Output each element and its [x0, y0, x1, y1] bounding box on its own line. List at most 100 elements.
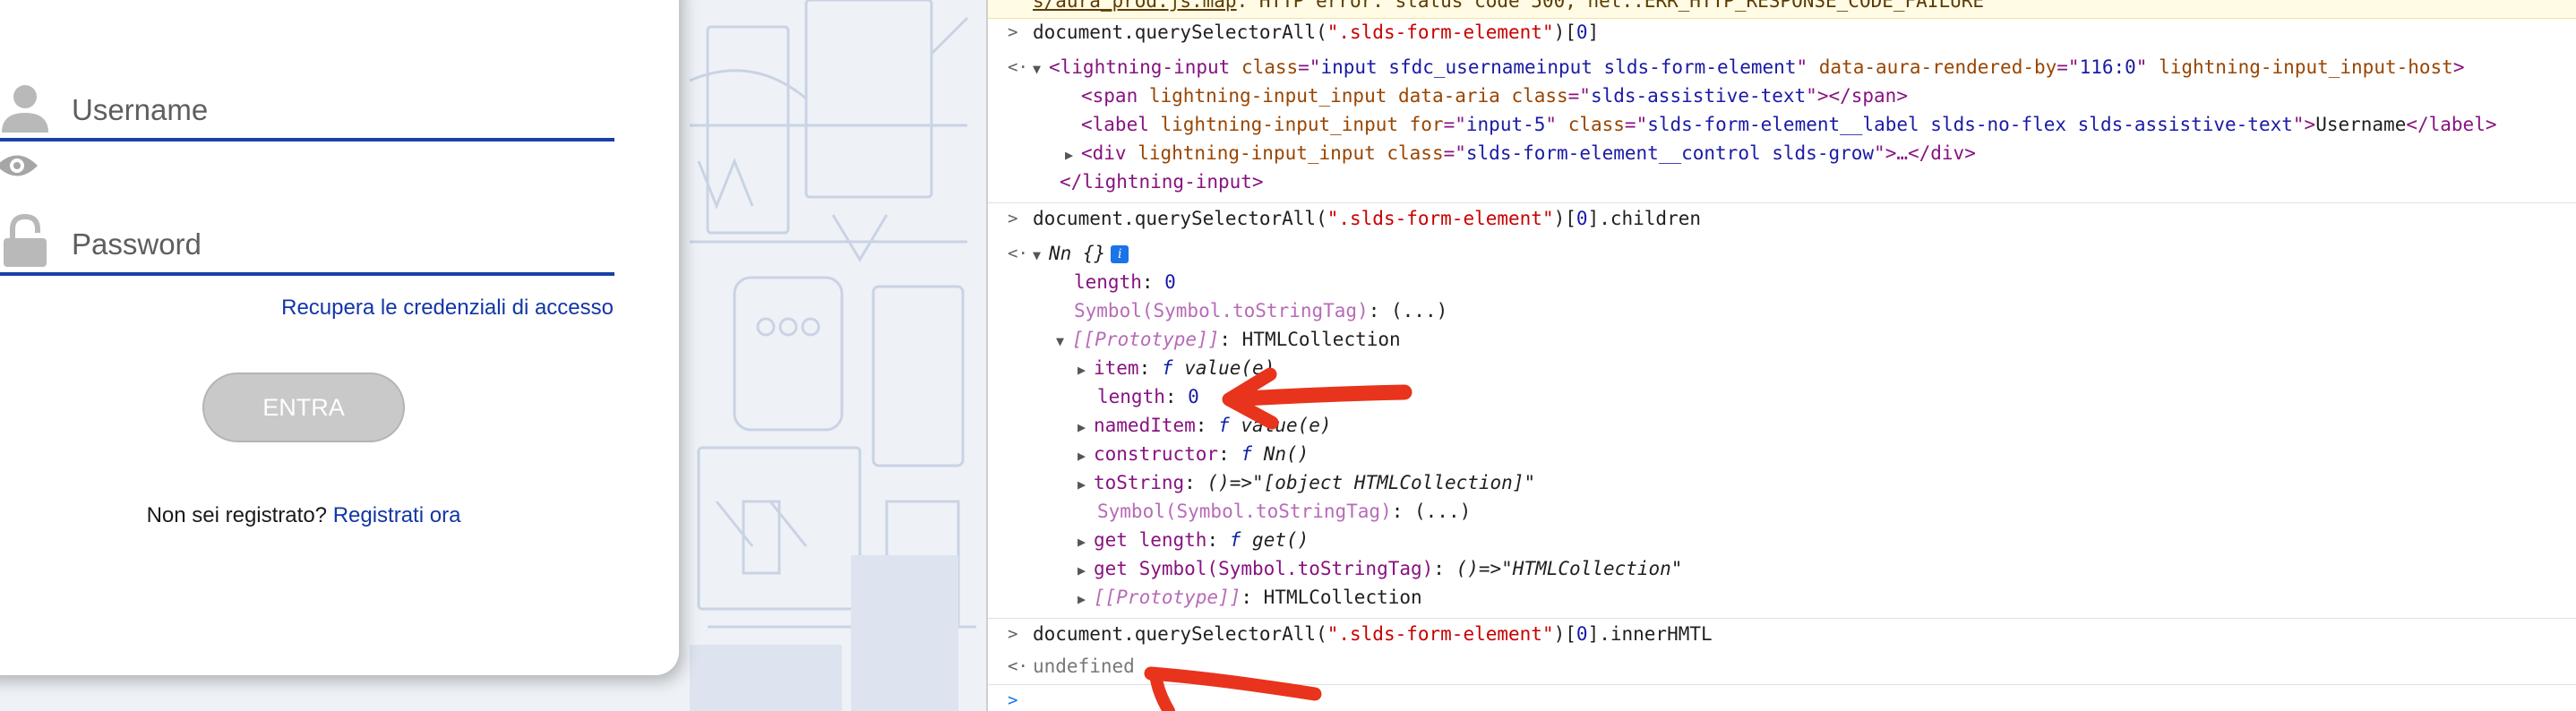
prop-key: toString	[1094, 472, 1185, 493]
cmd-text: document.querySelectorAll(	[1033, 623, 1327, 645]
login-card: Username Password Recupera le credenzial…	[0, 0, 679, 675]
prop-key: item	[1094, 357, 1139, 379]
function-marker: f	[1161, 357, 1173, 379]
prop-colon: :	[1433, 558, 1456, 579]
collapsed-triangle-icon[interactable]: ▶	[1078, 413, 1094, 441]
prop-key: namedItem	[1094, 415, 1196, 436]
collapsed-triangle-icon[interactable]: ▶	[1065, 141, 1081, 169]
collapsed-triangle-icon[interactable]: ▶	[1078, 356, 1094, 384]
proto-named-item[interactable]: ▶ namedItem: f value(e)	[1078, 411, 1332, 440]
prop-value: value(e)	[1241, 415, 1332, 436]
cmd-selector-string: ".slds-form-element"	[1327, 208, 1554, 229]
tag-close: </lightning-input>	[1060, 171, 1264, 193]
proto-get-length[interactable]: ▶ get length: f get()	[1078, 526, 1309, 554]
enter-button[interactable]: ENTRA	[202, 373, 405, 442]
attr-value: slds-form-element__control slds-grow	[1465, 142, 1875, 164]
output-nn-object[interactable]: ▼ Nn {} i	[1033, 239, 1129, 268]
prop-key: length	[1074, 271, 1142, 293]
proto-tostring[interactable]: ▶ toString: ()=>"[object HTMLCollection]"	[1078, 468, 1535, 497]
info-icon[interactable]: i	[1111, 245, 1129, 263]
cmd-text: )[	[1553, 623, 1576, 645]
screenshot-root: Username Password Recupera le credenzial…	[0, 0, 2576, 711]
output-span-element[interactable]: <span lightning-input_input data-aria cl…	[1081, 81, 1908, 110]
proto-get-symbol[interactable]: ▶ get Symbol(Symbol.toStringTag): ()=>"HT…	[1078, 554, 1682, 583]
prop-colon: :	[1141, 271, 1165, 293]
prop-key: Symbol(Symbol.toStringTag)	[1097, 501, 1392, 522]
console-command-1[interactable]: document.querySelectorAll(".slds-form-el…	[1033, 18, 1599, 47]
output-arrow-icon: <·	[1008, 656, 1028, 676]
attr-quote: "	[1874, 142, 1885, 164]
attr-quote: "	[2292, 114, 2305, 135]
attr-name: class	[1557, 114, 1625, 135]
expanded-triangle-icon[interactable]: ▼	[1033, 55, 1049, 83]
prop-colon: :	[1138, 357, 1162, 379]
collapsed-triangle-icon[interactable]: ▶	[1078, 556, 1094, 585]
prop-key: [[Prototype]]	[1072, 329, 1220, 350]
proto-item[interactable]: ▶ item: f value(e)	[1078, 354, 1275, 382]
output-label-element[interactable]: <label lightning-input_input for="input-…	[1081, 110, 2497, 139]
attr-name: class	[1230, 56, 1299, 78]
cmd-text: ].innerHMTL	[1587, 623, 1713, 645]
eye-icon[interactable]	[0, 150, 39, 181]
cmd-index: 0	[1576, 208, 1588, 229]
expanded-triangle-icon[interactable]: ▼	[1033, 241, 1049, 270]
prop-value: get()	[1252, 529, 1309, 551]
console-separator	[988, 618, 2576, 619]
tag-open: <div	[1081, 142, 1127, 164]
prop-value: 0	[1164, 271, 1176, 293]
output-lightning-input-close: </lightning-input>	[1060, 167, 1264, 196]
tag-open: <span	[1081, 85, 1138, 107]
password-field[interactable]: Password	[0, 150, 614, 276]
warning-source-link[interactable]: s/aura_prod.js.map	[1033, 0, 1237, 12]
collapsed-triangle-icon[interactable]: ▶	[1078, 527, 1094, 556]
register-link[interactable]: Registrati ora	[333, 503, 461, 527]
console-command-2[interactable]: document.querySelectorAll(".slds-form-el…	[1033, 204, 1701, 233]
username-label: Username	[72, 93, 209, 126]
function-marker: f	[1218, 415, 1230, 436]
attr-quote: "	[1806, 85, 1817, 107]
cmd-text: ]	[1587, 21, 1600, 43]
prop-colon: :	[1206, 529, 1230, 551]
attr-value: slds-assistive-text	[1590, 85, 1807, 107]
collapsed-triangle-icon[interactable]: ▶	[1078, 441, 1094, 470]
devtools-console: s/aura_prod.js.map: HTTP error: status c…	[986, 0, 2576, 711]
collapsed-triangle-icon[interactable]: ▶	[1078, 470, 1094, 499]
username-underline	[0, 138, 614, 141]
console-input[interactable]	[1033, 686, 2555, 711]
attr-eq: ="	[2057, 56, 2080, 78]
attr-value: 116:0	[2079, 56, 2136, 78]
attr-name: lightning-input_input-host	[2147, 56, 2453, 78]
prop-prototype[interactable]: ▼ [[Prototype]]: HTMLCollection	[1056, 325, 1401, 354]
proto-length: length: 0	[1097, 382, 1199, 411]
proto-constructor[interactable]: ▶ constructor: f Nn()	[1078, 440, 1309, 468]
proto-prototype[interactable]: ▶ [[Prototype]]: HTMLCollection	[1078, 583, 1422, 612]
label-text: Username	[2315, 114, 2407, 135]
prop-colon: :	[1195, 415, 1219, 436]
prop-value: value(e)	[1184, 357, 1275, 379]
prop-key: [[Prototype]]	[1094, 587, 1241, 608]
output-div-element[interactable]: ▶ <div lightning-input_input class="slds-…	[1065, 139, 1976, 167]
expanded-triangle-icon[interactable]: ▼	[1056, 327, 1072, 356]
prop-symbol-tostringtag[interactable]: Symbol(Symbol.toStringTag): (...)	[1074, 296, 1447, 325]
prop-value: ()=>"[object HTMLCollection]"	[1206, 472, 1536, 493]
password-underline	[0, 272, 614, 276]
prop-value: : HTMLCollection	[1219, 329, 1401, 350]
cmd-text: ].children	[1587, 208, 1701, 229]
attr-quote: "	[1796, 56, 1808, 78]
prop-value: : (...)	[1368, 300, 1448, 321]
console-separator	[988, 202, 2576, 203]
tag-close: >…</div>	[1885, 142, 1976, 164]
cmd-index: 0	[1576, 623, 1588, 645]
attr-eq: ="	[1443, 142, 1466, 164]
output-arrow-icon: <·	[1008, 57, 1028, 77]
console-input-prompt-icon[interactable]: >	[1008, 686, 1018, 711]
output-lightning-input-open[interactable]: ▼ <lightning-input class="input sfdc_user…	[1033, 53, 2464, 81]
collapsed-triangle-icon[interactable]: ▶	[1078, 585, 1094, 613]
attr-name: lightning-input_input for	[1148, 114, 1444, 135]
attr-eq: ="	[1298, 56, 1321, 78]
tag-open: <lightning-input	[1049, 56, 1231, 78]
recover-credentials-link[interactable]: Recupera le credenziali di accesso	[0, 296, 614, 321]
proto-symbol-tostringtag[interactable]: Symbol(Symbol.toStringTag): (...)	[1097, 497, 1471, 526]
console-command-3[interactable]: document.querySelectorAll(".slds-form-el…	[1033, 620, 1713, 648]
username-field[interactable]: Username	[0, 16, 614, 141]
